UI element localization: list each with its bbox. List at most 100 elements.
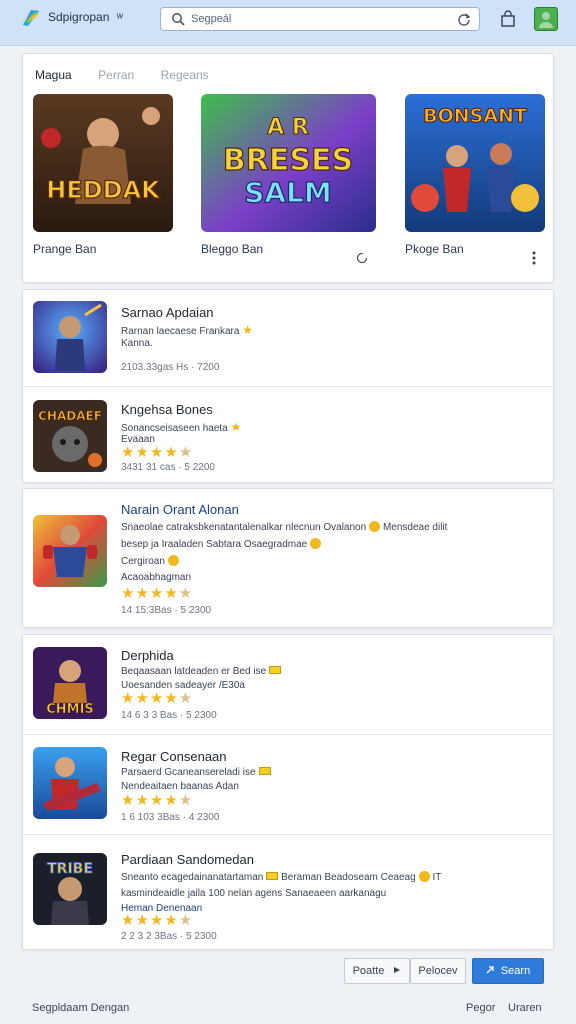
- game-art-2[interactable]: A R BRESES SALM: [201, 94, 376, 232]
- top-bar: Sdpigropan ᵂ: [0, 0, 576, 46]
- game-desc-2: kasmindeaidle jaila 100 nelan agens Sana…: [121, 888, 387, 899]
- featured-game-1[interactable]: HEDDAK Prange Ban: [33, 94, 173, 256]
- game-title[interactable]: Sarnao Apdaian: [121, 305, 214, 320]
- footer-link-pegor[interactable]: Pegor: [466, 1002, 495, 1014]
- game-desc-text: Snaeolae catraksbkenatantalenalkar nlecn…: [121, 522, 367, 533]
- game-desc: Rarnan laecaese Frankara ★: [121, 323, 253, 337]
- half-star-icon: ★: [178, 792, 194, 809]
- search-bar[interactable]: [160, 7, 480, 31]
- rating-stars-full: ★★★★: [121, 792, 179, 809]
- search-button[interactable]: Searn: [472, 958, 544, 984]
- game-desc-2: besep ja Iraaladen Sabtara Osaegradmae: [121, 538, 322, 550]
- game-desc: Parsaerd Gcaneansereladi ise: [121, 767, 271, 778]
- rating-stars-full: ★★★★: [121, 585, 179, 602]
- game-desc-text-b: Beraman Beadoseam Ceaeag: [281, 872, 416, 883]
- game-art-3-text: BONSANT: [423, 105, 527, 127]
- half-star-icon: ★: [178, 585, 194, 602]
- game-title[interactable]: Pardiaan Sandomedan: [121, 852, 254, 867]
- poatte-button[interactable]: Poatte: [344, 958, 410, 984]
- game-art-3[interactable]: BONSANT: [405, 94, 545, 232]
- game-thumb[interactable]: [33, 301, 107, 373]
- avatar-icon: [539, 12, 553, 28]
- tab-magua[interactable]: Magua: [35, 68, 72, 82]
- game-art-1-text: HEDDAK: [46, 176, 161, 204]
- game-category: Cergiroan: [121, 555, 179, 567]
- game-meta: 3431 31 cas · 5 2200: [121, 462, 215, 473]
- brand-text: Sdpigropan: [48, 10, 110, 24]
- star-icon: ★: [230, 420, 242, 434]
- game-meta: 2103.33gas Hs · 7200: [121, 362, 220, 373]
- rating-stars: ★★★★★: [121, 689, 193, 707]
- list-item[interactable]: TRIBE Pardiaan Sandomedan Sneanto ecaged…: [23, 834, 553, 950]
- game-subtitle: Acaoabhagman: [121, 572, 192, 583]
- featured-game-2-name: Bleggo Ban: [201, 242, 264, 256]
- game-desc-text-b: Mensdeae dilit: [382, 522, 448, 533]
- rating-stars-full: ★★★★: [121, 912, 179, 929]
- game-category-text: Cergiroan: [121, 556, 165, 567]
- search-input[interactable]: [191, 10, 441, 28]
- game-desc-text-c: IT: [432, 872, 442, 883]
- search-icon: [172, 13, 185, 26]
- game-thumb[interactable]: CHMIS: [33, 647, 107, 719]
- featured-tabs: Magua Perran Regeans: [35, 66, 231, 82]
- loading-icon: [356, 252, 368, 264]
- game-desc: Beqaasaan latdeaden er Bed ise: [121, 666, 282, 677]
- list-item[interactable]: Regar Consenaan Parsaerd Gcaneansereladi…: [23, 734, 553, 834]
- pelocev-button[interactable]: Pelocev: [410, 958, 466, 984]
- list-item[interactable]: CHMIS Derphida Beqaasaan latdeaden er Be…: [23, 635, 553, 734]
- star-icon: ★: [242, 323, 253, 337]
- game-desc-text: Sonancseisaseen haeta: [121, 423, 228, 434]
- rating-stars: ★★★★★: [121, 791, 193, 809]
- search-button-label: Searn: [500, 965, 531, 977]
- rating-stars: ★★★★★: [121, 584, 193, 602]
- smile-emoji-icon: [418, 871, 430, 882]
- featured-game-3-name: Pkoge Ban: [405, 242, 464, 256]
- game-thumb[interactable]: [33, 515, 107, 587]
- tab-perran[interactable]: Perran: [98, 68, 134, 82]
- game-thumb[interactable]: [33, 747, 107, 819]
- featured-game-1-name: Prange Ban: [33, 242, 97, 256]
- featured-game-3[interactable]: BONSANT Pkoge Ban: [405, 94, 545, 256]
- game-title[interactable]: Regar Consenaan: [121, 749, 227, 764]
- game-list-card-1: Sarnao Apdaian Rarnan laecaese Frankara …: [22, 289, 554, 483]
- avatar[interactable]: [534, 7, 558, 31]
- more-vertical-icon[interactable]: [527, 250, 541, 266]
- half-star-icon: ★: [178, 444, 194, 461]
- list-item[interactable]: CHADAEF Kngehsa Bones Sonancseisaseen ha…: [23, 386, 553, 484]
- game-title[interactable]: Narain Orant Alonan: [121, 502, 239, 517]
- brand-name: Sdpigropan ᵂ: [48, 10, 123, 24]
- bag-icon[interactable]: [498, 9, 518, 29]
- game-meta: 2 2 3 2 3Bas · 5 2300: [121, 931, 217, 942]
- list-item[interactable]: Narain Orant Alonan Snaeolae catraksbken…: [23, 489, 553, 629]
- game-meta: 14 6 3 3 Bas · 5 2300: [121, 710, 217, 721]
- rating-stars: ★★★★★: [121, 911, 193, 929]
- half-star-icon: ★: [178, 690, 194, 707]
- game-art-2-text0: A R: [267, 115, 309, 140]
- featured-card: Magua Perran Regeans HEDDAK Prange Ban A…: [22, 53, 554, 283]
- game-thumb[interactable]: CHADAEF: [33, 400, 107, 472]
- refresh-icon[interactable]: [457, 12, 471, 26]
- game-desc-text: Sneanto ecagedainanatartaman: [121, 872, 264, 883]
- featured-game-2[interactable]: A R BRESES SALM Bleggo Ban: [201, 94, 376, 256]
- tab-regeans[interactable]: Regeans: [161, 68, 209, 82]
- list-item[interactable]: Sarnao Apdaian Rarnan laecaese Frankara …: [23, 290, 553, 386]
- app-logo-icon[interactable]: [20, 7, 42, 29]
- rating-stars-full: ★★★★: [121, 690, 179, 707]
- game-desc: Snaeolae catraksbkenatantalenalkar nlecn…: [121, 521, 447, 533]
- game-desc-text: Beqaasaan latdeaden er Bed ise: [121, 666, 267, 677]
- arrow-right-icon: [394, 967, 401, 973]
- rating-stars: ★★★★★: [121, 443, 193, 461]
- game-subtitle: Kanna.: [121, 338, 153, 349]
- game-title[interactable]: Kngehsa Bones: [121, 402, 213, 417]
- game-title[interactable]: Derphida: [121, 648, 174, 663]
- game-art-1[interactable]: HEDDAK: [33, 94, 173, 232]
- game-thumb[interactable]: TRIBE: [33, 853, 107, 925]
- game-list-card-2: Narain Orant Alonan Snaeolae catraksbken…: [22, 488, 554, 628]
- game-desc: Sonancseisaseen haeta ★: [121, 420, 241, 434]
- game-desc: Sneanto ecagedainanatartaman Beraman Bea…: [121, 871, 441, 883]
- badge-icon: [258, 767, 271, 775]
- poatte-button-label: Poatte: [352, 965, 385, 977]
- badge-icon: [269, 666, 282, 674]
- footer-link-uraren[interactable]: Uraren: [508, 1002, 542, 1014]
- game-art-2-text2: SALM: [244, 176, 332, 209]
